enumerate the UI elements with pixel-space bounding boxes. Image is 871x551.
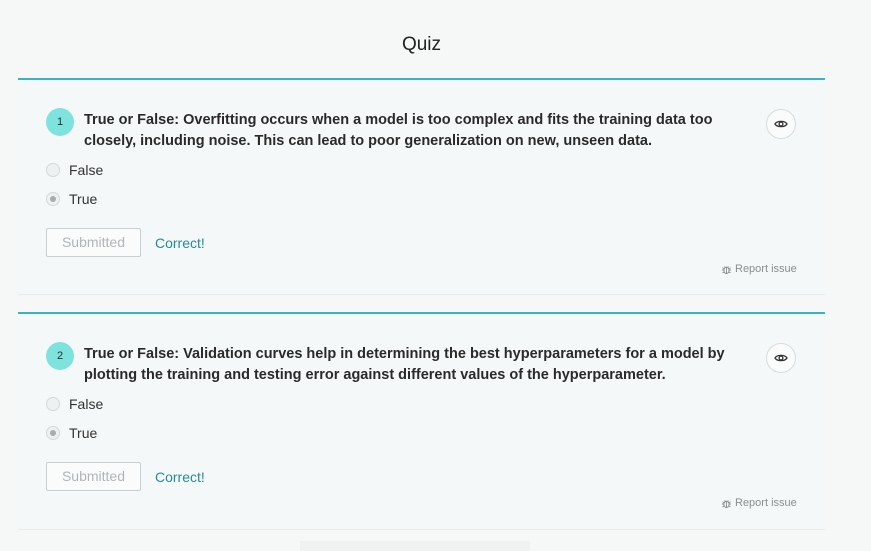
option-false[interactable]: False: [46, 396, 103, 412]
option-label: False: [69, 162, 104, 178]
question-text: True or False: Overfitting occurs when a…: [84, 112, 713, 149]
question-number-badge: 1: [46, 108, 74, 136]
bug-icon: [722, 265, 731, 274]
question-number-badge: 2: [46, 342, 74, 370]
report-issue-label: Report issue: [735, 497, 797, 509]
radio-true[interactable]: [46, 426, 60, 440]
question-card-1: 1 True or False: Overfitting occurs when…: [18, 78, 825, 295]
radio-true[interactable]: [46, 192, 60, 206]
next-card-edge: [300, 541, 530, 551]
eye-icon: [774, 120, 788, 128]
feedback-message: Correct!: [155, 235, 205, 251]
option-label: True: [69, 191, 98, 207]
submit-button[interactable]: Submitted: [46, 462, 141, 491]
eye-icon: [774, 354, 788, 362]
option-label: True: [69, 425, 98, 441]
option-false[interactable]: False: [46, 162, 103, 178]
feedback-message: Correct!: [155, 469, 205, 485]
report-issue-link[interactable]: Report issue: [721, 497, 797, 509]
question-card-2: 2 True or False: Validation curves help …: [18, 312, 825, 530]
option-label: False: [69, 396, 104, 412]
report-issue-label: Report issue: [735, 263, 797, 275]
radio-false[interactable]: [46, 163, 60, 177]
bug-icon: [722, 499, 731, 508]
submit-button[interactable]: Submitted: [46, 228, 141, 257]
page-title: Quiz: [401, 34, 442, 55]
radio-false[interactable]: [46, 397, 60, 411]
report-issue-link[interactable]: Report issue: [721, 263, 797, 275]
option-true[interactable]: True: [46, 191, 97, 207]
reveal-answer-button[interactable]: [766, 343, 796, 373]
question-text: True or False: Validation curves help in…: [84, 346, 725, 383]
option-true[interactable]: True: [46, 425, 97, 441]
reveal-answer-button[interactable]: [766, 109, 796, 139]
